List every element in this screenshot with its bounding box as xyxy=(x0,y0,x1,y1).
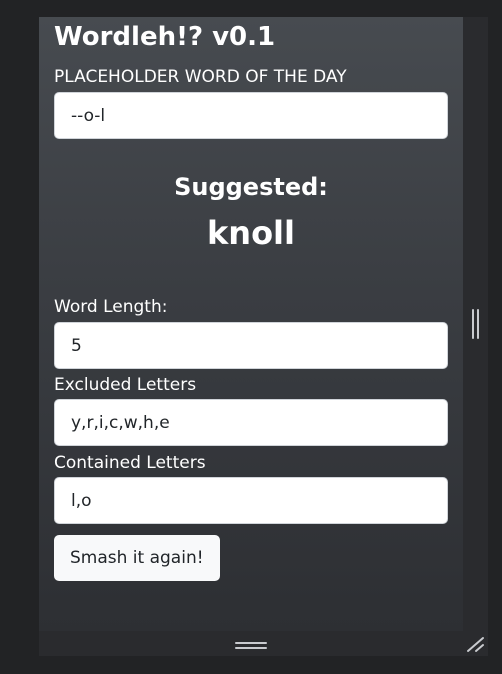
corner-resize-grip-icon[interactable] xyxy=(465,635,485,653)
word-length-label: Word Length: xyxy=(54,297,168,317)
app-subtitle: PLACEHOLDER WORD OF THE DAY xyxy=(54,67,347,87)
horizontal-resize-grip-icon[interactable] xyxy=(235,642,267,649)
app-panel: Wordleh!? v0.1 PLACEHOLDER WORD OF THE D… xyxy=(39,17,463,631)
smash-it-again-button[interactable]: Smash it again! xyxy=(54,535,220,581)
excluded-letters-input[interactable] xyxy=(54,399,448,446)
vertical-resize-grip-icon[interactable] xyxy=(472,309,479,339)
suggested-word: knoll xyxy=(207,214,295,252)
pattern-input[interactable] xyxy=(54,92,448,139)
app-title: Wordleh!? v0.1 xyxy=(54,22,276,52)
suggested-label: Suggested: xyxy=(174,173,328,201)
popup-window: Wordleh!? v0.1 PLACEHOLDER WORD OF THE D… xyxy=(39,17,488,656)
excluded-letters-label: Excluded Letters xyxy=(54,375,197,395)
word-length-input[interactable] xyxy=(54,322,448,369)
contained-letters-label: Contained Letters xyxy=(54,453,206,473)
contained-letters-input[interactable] xyxy=(54,477,448,524)
